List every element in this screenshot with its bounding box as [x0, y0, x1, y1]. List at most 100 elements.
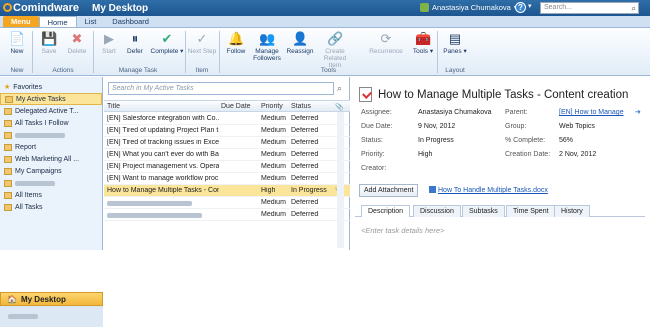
folder-icon [4, 179, 12, 187]
assignee-value[interactable]: Anastasiya Chumakova [418, 109, 492, 116]
percent-complete-value[interactable]: 56% [559, 137, 573, 144]
group-label: Group: [505, 123, 527, 130]
group-label-actions: Actions [52, 67, 74, 74]
checkmark-icon: ✔ [161, 31, 173, 46]
folder-icon [4, 191, 12, 199]
search-icon[interactable]: ⌕ [632, 4, 636, 14]
user-name: Anastasiya Chumakova [432, 3, 511, 12]
table-row[interactable]: Medium Deferred [104, 209, 350, 221]
parent-arrow-icon[interactable]: ➜ [635, 108, 641, 116]
tools-button[interactable]: 🧰 Tools ▾ [408, 31, 438, 55]
panes-button[interactable]: ▤ Panes ▾ [440, 31, 470, 55]
tab-list[interactable]: List [77, 16, 105, 27]
table-row-selected[interactable]: How to Manage Multiple Tasks - Con... Hig… [104, 185, 350, 197]
user-menu[interactable]: Anastasiya Chumakova▾ [420, 3, 518, 12]
new-button[interactable]: 📄 New [2, 31, 32, 55]
table-row[interactable]: [EN] Want to manage workflow proc... Medi… [104, 173, 350, 185]
table-row[interactable]: Medium Deferred [104, 197, 350, 209]
comindware-logo[interactable]: Comindware [0, 2, 92, 14]
tab-menu[interactable]: Menu [3, 16, 39, 27]
add-attachment-button[interactable]: Add Attachment [359, 184, 419, 197]
link-icon: 🔗 [327, 31, 344, 46]
help-icon[interactable]: ? [515, 2, 526, 13]
left-navigation: ★ Favorites My Active Tasks Delegated Act… [0, 77, 103, 327]
star-icon: ★ [4, 84, 11, 91]
ribbon-separator [437, 31, 438, 73]
nav-all-tasks[interactable]: All Tasks [0, 201, 102, 213]
save-button[interactable]: 💾 Save [34, 31, 64, 55]
ribbon-separator [32, 31, 33, 73]
attachment-link[interactable]: How To Handle Multiple Tasks.docx [429, 186, 548, 194]
tools-icon: 🧰 [415, 31, 432, 46]
task-details-editor[interactable]: <Enter task details here> [361, 226, 444, 235]
tab-subtasks[interactable]: Subtasks [462, 205, 505, 217]
redacted-text [107, 201, 192, 206]
ribbon-separator [219, 31, 220, 73]
redacted-text [15, 180, 55, 186]
create-related-item-button[interactable]: 🔗 Create Related Item [318, 31, 352, 69]
tab-history[interactable]: History [554, 205, 590, 217]
table-row[interactable]: [EN] Tired of tracking issues in Excel..… [104, 137, 350, 149]
table-row[interactable]: [EN] Salesforce integration with Co... Me… [104, 113, 350, 125]
pause-icon: ⏸ [131, 31, 139, 46]
next-step-button[interactable]: ✓ Next Step [187, 31, 217, 55]
parent-link[interactable]: [EN] How to Manage [559, 109, 624, 116]
nav-delegated-active-tasks[interactable]: Delegated Active T... [0, 105, 102, 117]
parent-label: Parent: [505, 109, 528, 116]
nav-blurred-item[interactable] [0, 129, 102, 141]
tab-time-spent[interactable]: Time Spent [506, 205, 556, 217]
home-icon: 🏠 [7, 294, 17, 304]
group-label-item: Item [195, 67, 209, 74]
column-header-title[interactable]: Title [107, 103, 219, 110]
complete-button[interactable]: ✔ Complete ▾ [150, 31, 184, 55]
follow-button[interactable]: 🔔 Follow [221, 31, 251, 55]
reassign-button[interactable]: 👤 Reassign [285, 31, 315, 55]
word-document-icon [429, 186, 436, 193]
nav-my-desktop[interactable]: 🏠 My Desktop [0, 292, 103, 306]
creation-date-label: Creation Date: [505, 151, 551, 158]
tab-home[interactable]: Home [38, 16, 77, 27]
tab-discussion[interactable]: Discussion [413, 205, 461, 217]
task-detail-pane: How to Manage Multiple Tasks - Content c… [351, 77, 650, 250]
new-document-icon: 📄 [9, 31, 26, 46]
nav-blurred-item[interactable] [0, 177, 102, 189]
due-date-label: Due Date: [361, 123, 393, 130]
task-list-pane: Search in My Active Tasks ⌕ Title Due Da… [104, 77, 350, 250]
group-value[interactable]: Web Topics [559, 123, 595, 130]
table-row[interactable]: [EN] What you can't ever do with Ba... Me… [104, 149, 350, 161]
nav-all-items[interactable]: All Items [0, 189, 102, 201]
nav-my-campaigns[interactable]: My Campaigns [0, 165, 102, 177]
column-header-status[interactable]: Status [291, 103, 335, 110]
delete-button[interactable]: ✖ Delete [62, 31, 92, 55]
list-search-input[interactable]: Search in My Active Tasks [108, 82, 334, 95]
tab-description[interactable]: Description [361, 205, 411, 217]
assignee-label: Assignee: [361, 109, 392, 116]
favorites-header[interactable]: ★ Favorites [0, 81, 102, 93]
nav-report[interactable]: Report [0, 141, 102, 153]
ribbon-toolbar: 📄 New New 💾 Save ✖ Delete Actions ▶ Start ⏸ D… [0, 28, 650, 76]
recurrence-button[interactable]: ⟳ Recurrence [368, 31, 404, 55]
tab-dashboard[interactable]: Dashboard [104, 16, 157, 27]
folder-icon [5, 95, 13, 103]
table-row[interactable]: [EN] Project management vs. Opera... Medi… [104, 161, 350, 173]
help-dropdown-icon[interactable]: ▾ [528, 2, 532, 10]
priority-value[interactable]: High [418, 151, 432, 158]
folder-icon [4, 203, 12, 211]
nav-my-active-tasks[interactable]: My Active Tasks [0, 93, 102, 105]
table-row[interactable]: [EN] Tired of updating Project Plan t...… [104, 125, 350, 137]
nav-web-marketing-all[interactable]: Web Marketing All ... [0, 153, 102, 165]
search-icon[interactable]: ⌕ [337, 83, 342, 94]
status-value[interactable]: In Progress [418, 137, 454, 144]
manage-followers-button[interactable]: 👥 Manage Followers [250, 31, 284, 62]
delete-icon: ✖ [71, 31, 83, 46]
column-header-priority[interactable]: Priority [261, 103, 291, 110]
creation-date-value: 2 Nov, 2012 [559, 151, 597, 158]
defer-button[interactable]: ⏸ Defer [120, 31, 150, 55]
nav-all-tasks-i-follow[interactable]: All Tasks I Follow [0, 117, 102, 129]
column-header-due-date[interactable]: Due Date [221, 103, 259, 110]
play-icon: ▶ [104, 31, 114, 46]
global-search-input[interactable]: Search... ⌕ [540, 2, 639, 14]
due-date-value[interactable]: 9 Nov, 2012 [418, 123, 455, 130]
app-title: My Desktop [92, 2, 149, 14]
list-scrollbar[interactable] [337, 112, 344, 248]
